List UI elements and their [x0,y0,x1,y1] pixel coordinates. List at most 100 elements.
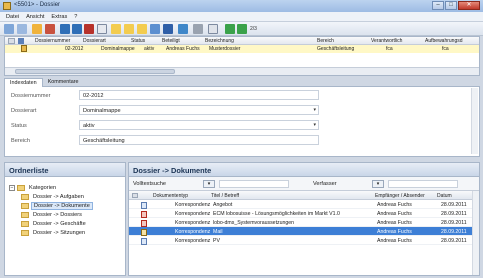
import-icon[interactable] [163,24,173,34]
tree-item[interactable]: Dossier -> Sitzungen [21,228,87,237]
menu-help[interactable]: ? [74,14,77,20]
tree-item[interactable]: Dossier -> Dokumente [21,201,93,210]
tree-item[interactable]: Dossier -> Dossiers [21,210,84,219]
select-bereich[interactable]: Geschäftsleitung [79,135,319,145]
scrollbar-thumb[interactable] [15,69,175,74]
dossier-icon [21,45,27,52]
select-dossierart[interactable]: Dominalmappe ▾ [79,105,319,115]
col-titel[interactable]: Titel / Betreff [211,193,239,199]
cell-status: aktiv [144,46,155,52]
select-status[interactable]: aktiv ▾ [79,120,319,130]
tree-item-label: Dossier -> Dossiers [33,211,82,218]
cell-beteiligt: Andreas Fuchs [166,46,200,52]
dossier-grid-header: Dossiernummer Dossierart Status Beteilig… [5,37,479,45]
table-row[interactable]: 02-2012 Dominalmappe aktiv Andreas Fuchs… [5,45,479,53]
up-arrow-icon[interactable] [225,24,235,34]
export-icon[interactable] [150,24,160,34]
tree-item[interactable]: Dossier -> Geschäfte [21,219,88,228]
chevron-down-icon[interactable]: ▾ [313,122,316,128]
page-indicator: 2/3 [250,26,257,32]
col-dokumententyp[interactable]: Dokumententyp [153,193,188,199]
folder-panel-title: Ordnerliste [5,163,125,177]
tree-root[interactable]: − Kategorien [9,183,58,192]
collapse-icon[interactable]: − [9,184,15,191]
cell-type: Korrespondenz [175,220,211,226]
folder-icon [21,202,29,209]
col-verantwortlich[interactable]: Verantwortlich [371,38,402,44]
cell-dossierart: Dominalmappe [101,46,135,52]
view-list-icon[interactable] [111,24,121,34]
toolbar: 2/3 [0,22,483,36]
verfasser-label: Verfasser [313,181,337,187]
word-document-icon [141,238,147,245]
cell-dossiernummer: 02-2012 [65,46,84,52]
documents-scrollbar[interactable] [472,191,479,275]
volltext-input[interactable] [219,180,289,188]
select-status-value: aktiv [83,123,95,129]
close-button[interactable]: ✕ [458,1,480,10]
col-dossiernummer[interactable]: Dossiernummer [35,38,70,44]
pen-icon[interactable] [193,24,203,34]
verfasser-input[interactable] [388,180,458,188]
minimize-button[interactable]: – [432,1,444,10]
table-row-selected[interactable]: Korrespondenz Mail Andreas Fuchs 28.09.2… [129,227,479,236]
table-row[interactable]: Korrespondenz lobo-dms_Systemvoraussetzu… [129,218,479,227]
folder-icon[interactable] [32,24,42,34]
col-dossierart[interactable]: Dossierart [83,38,106,44]
tab-indexdaten[interactable]: Indexdaten [4,78,43,87]
menu-datei[interactable]: Datei [6,14,19,20]
back-icon[interactable] [4,24,14,34]
cell-type: Korrespondenz [175,229,211,235]
dossier-grid: Dossiernummer Dossierart Status Beteilig… [4,36,480,76]
view-tiles-icon[interactable] [137,24,147,34]
col-beteiligt[interactable]: Beteiligt [162,38,180,44]
tab-kommentare[interactable]: Kommentare [43,78,84,87]
cell-title: Mail [213,229,223,235]
cell-date: 28.09.2011 [441,211,467,217]
scan-icon[interactable] [178,24,188,34]
documents-panel: Dossier -> Dokumente Volltextsuche ▾ Ver… [128,162,480,276]
tree-item[interactable]: Dossier -> Aufgaben [21,192,86,201]
label-dossiernummer: Dossiernummer [11,93,51,99]
attach-icon[interactable] [97,24,107,34]
folder-icon [21,211,29,218]
table-row[interactable]: Korrespondenz Angebot Andreas Fuchs 28.0… [129,200,479,209]
forward-icon[interactable] [17,24,27,34]
form-scrollbar[interactable] [471,88,478,154]
input-dossiernummer[interactable]: 02-2012 [79,90,319,100]
refresh-icon[interactable] [45,24,55,34]
col-empfaenger[interactable]: Empfänger / Absender [375,193,425,199]
col-status[interactable]: Status [131,38,145,44]
table-row[interactable]: Korrespondenz PV Andreas Fuchs 28.09.201… [129,236,479,245]
view-details-icon[interactable] [124,24,134,34]
grid-config-icon[interactable] [132,193,138,198]
volltext-dropdown[interactable]: ▾ [203,180,215,188]
delete-icon[interactable] [84,24,94,34]
table-row[interactable]: Korrespondenz ECM lobosuisse - Lösungsmö… [129,209,479,218]
new-item-icon[interactable] [60,24,70,34]
chevron-down-icon[interactable]: ▾ [313,107,316,113]
col-bereich[interactable]: Bereich [317,38,334,44]
verfasser-dropdown[interactable]: ▾ [372,180,384,188]
cell-party: Andreas Fuchs [377,202,412,208]
edit-icon[interactable] [72,24,82,34]
attachment-col-icon [18,38,24,44]
folder-icon [21,220,29,227]
horizontal-scrollbar[interactable] [5,67,479,75]
grid-config-icon[interactable] [8,38,15,44]
tree-item-label: Dossier -> Sitzungen [33,229,86,236]
maximize-button[interactable]: □ [445,1,457,10]
col-aufbewahrung[interactable]: Aufbewahrungsd [425,38,463,44]
title-bar: <5501> - Dossier – □ ✕ [0,0,483,12]
cell-bereich: Geschäftsleitung [317,46,355,52]
cell-title: PV [213,238,220,244]
menu-ansicht[interactable]: Ansicht [26,14,44,20]
cell-verantwortlich: fca [386,46,393,52]
options-icon[interactable] [208,24,218,34]
menu-extras[interactable]: Extras [51,14,67,20]
form-row-dossiernummer: Dossiernummer 02-2012 [5,89,477,102]
cell-title: ECM lobosuisse - Lösungsmöglichkeiten im… [213,211,340,217]
col-bezeichnung[interactable]: Bezeichnung [205,38,234,44]
down-arrow-icon[interactable] [237,24,247,34]
col-datum[interactable]: Datum [437,193,452,199]
